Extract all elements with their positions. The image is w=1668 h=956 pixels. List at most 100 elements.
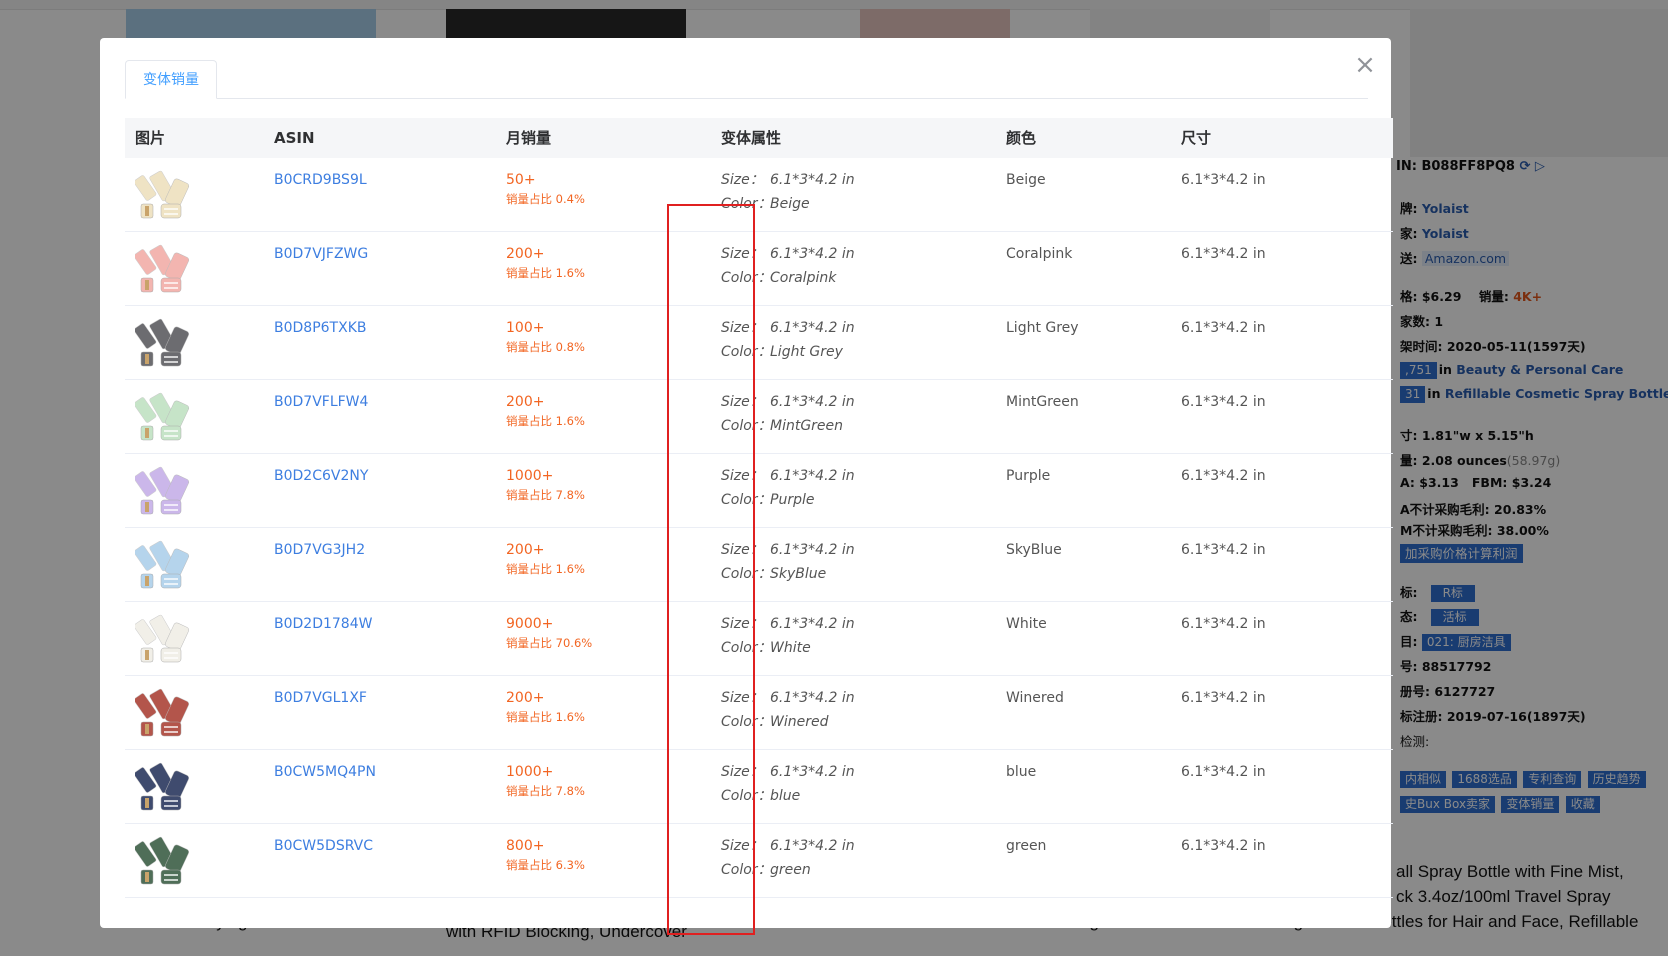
asin-link[interactable]: B0D7VG3JH2 bbox=[274, 542, 365, 558]
sales-share: 销量占比 7.8% bbox=[506, 487, 585, 503]
sales-share: 销量占比 6.3% bbox=[506, 857, 585, 873]
size-attr-value: 6.1*3*4.2 in bbox=[770, 394, 855, 410]
sales-share: 销量占比 7.8% bbox=[506, 783, 585, 799]
color-attr-value: White bbox=[770, 640, 811, 656]
size-attr-value: 6.1*3*4.2 in bbox=[770, 172, 855, 188]
size-attr-value: 6.1*3*4.2 in bbox=[770, 468, 855, 484]
color-cell: White bbox=[1006, 616, 1047, 632]
color-attr-value: Coralpink bbox=[770, 270, 837, 286]
size-attr-value: 6.1*3*4.2 in bbox=[770, 320, 855, 336]
size-attr: Size： 6.1*3*4.2 in bbox=[721, 168, 855, 192]
sales-share-value: 7.8% bbox=[555, 784, 585, 798]
size-attr-value: 6.1*3*4.2 in bbox=[770, 764, 855, 780]
column-header-variant-attrs: 变体属性 bbox=[721, 129, 782, 147]
tab-variant-sales[interactable]: 变体销量 bbox=[125, 60, 217, 99]
sales-share: 销量占比 1.6% bbox=[506, 265, 585, 281]
color-attr-value: SkyBlue bbox=[770, 566, 827, 582]
variant-thumbnail[interactable] bbox=[135, 684, 191, 740]
monthly-sales-cell: 200+ 销量占比 1.6% bbox=[506, 246, 585, 281]
sales-share-value: 70.6% bbox=[555, 636, 593, 650]
color-cell: Beige bbox=[1006, 172, 1046, 188]
monthly-sales-value: 9000+ bbox=[506, 616, 554, 632]
sales-share-value: 7.8% bbox=[555, 488, 585, 502]
sales-share-label: 销量占比 bbox=[506, 340, 552, 354]
color-attr-value: Winered bbox=[770, 714, 829, 730]
tab-bar: 变体销量 bbox=[125, 60, 1368, 99]
table-row: B0CW5DSRVC 800+ 销量占比 6.3% Size： 6.1*3*4.2… bbox=[125, 824, 1393, 898]
size-cell: 6.1*3*4.2 in bbox=[1181, 468, 1266, 484]
size-attr-key: Size： bbox=[721, 172, 764, 188]
asin-link[interactable]: B0D2C6V2NY bbox=[274, 468, 368, 484]
size-attr-value: 6.1*3*4.2 in bbox=[770, 838, 855, 854]
variant-thumbnail[interactable] bbox=[135, 388, 191, 444]
size-cell: 6.1*3*4.2 in bbox=[1181, 616, 1266, 632]
color-cell: Purple bbox=[1006, 468, 1051, 484]
asin-link[interactable]: B0D2D1784W bbox=[274, 616, 372, 632]
sales-share: 销量占比 1.6% bbox=[506, 413, 585, 429]
sales-share: 销量占比 1.6% bbox=[506, 709, 585, 725]
column-header-color: 颜色 bbox=[1006, 129, 1037, 147]
asin-link[interactable]: B0D7VGL1XF bbox=[274, 690, 367, 706]
monthly-sales-cell: 50+ 销量占比 0.4% bbox=[506, 172, 585, 207]
variant-thumbnail[interactable] bbox=[135, 536, 191, 592]
sales-share-label: 销量占比 bbox=[506, 784, 552, 798]
variant-thumbnail[interactable] bbox=[135, 610, 191, 666]
table-row: B0CW5MQ4PN 1000+ 销量占比 7.8% Size： 6.1*3*4.… bbox=[125, 750, 1393, 824]
monthly-sales-cell: 800+ 销量占比 6.3% bbox=[506, 838, 585, 873]
monthly-sales-cell: 1000+ 销量占比 7.8% bbox=[506, 468, 585, 503]
sales-share: 销量占比 0.8% bbox=[506, 339, 585, 355]
size-attr-value: 6.1*3*4.2 in bbox=[770, 690, 855, 706]
size-cell: 6.1*3*4.2 in bbox=[1181, 246, 1266, 262]
variant-thumbnail[interactable] bbox=[135, 166, 191, 222]
variant-thumbnail[interactable] bbox=[135, 240, 191, 296]
asin-link[interactable]: B0D8P6TXKB bbox=[274, 320, 366, 336]
variant-thumbnail[interactable] bbox=[135, 314, 191, 370]
color-attr-value: Light Grey bbox=[770, 344, 843, 360]
asin-link[interactable]: B0CW5MQ4PN bbox=[274, 764, 376, 780]
highlight-box bbox=[667, 204, 755, 935]
color-cell: blue bbox=[1006, 764, 1037, 780]
monthly-sales-value: 200+ bbox=[506, 394, 545, 410]
sales-share-value: 0.8% bbox=[555, 340, 585, 354]
asin-link[interactable]: B0D7VJFZWG bbox=[274, 246, 368, 262]
asin-link[interactable]: B0CRD9BS9L bbox=[274, 172, 367, 188]
size-attr-value: 6.1*3*4.2 in bbox=[770, 542, 855, 558]
size-attr-value: 6.1*3*4.2 in bbox=[770, 616, 855, 632]
column-header-asin: ASIN bbox=[274, 129, 315, 147]
monthly-sales-value: 1000+ bbox=[506, 764, 554, 780]
monthly-sales-cell: 100+ 销量占比 0.8% bbox=[506, 320, 585, 355]
monthly-sales-cell: 1000+ 销量占比 7.8% bbox=[506, 764, 585, 799]
column-header-monthly-sales: 月销量 bbox=[506, 129, 552, 147]
sales-share: 销量占比 1.6% bbox=[506, 561, 585, 577]
color-cell: MintGreen bbox=[1006, 394, 1079, 410]
sales-share: 销量占比 70.6% bbox=[506, 635, 592, 651]
size-cell: 6.1*3*4.2 in bbox=[1181, 838, 1266, 854]
variant-thumbnail[interactable] bbox=[135, 832, 191, 888]
variant-thumbnail[interactable] bbox=[135, 758, 191, 814]
sales-share-label: 销量占比 bbox=[506, 414, 552, 428]
color-cell: Coralpink bbox=[1006, 246, 1073, 262]
table-row: B0D7VGL1XF 200+ 销量占比 1.6% Size： 6.1*3*4.2… bbox=[125, 676, 1393, 750]
color-cell: Light Grey bbox=[1006, 320, 1079, 336]
sales-share: 销量占比 0.4% bbox=[506, 191, 585, 207]
monthly-sales-value: 200+ bbox=[506, 542, 545, 558]
table-header: 图片 ASIN 月销量 变体属性 颜色 尺寸 bbox=[125, 118, 1393, 158]
sales-share-value: 0.4% bbox=[555, 192, 585, 206]
table-row: B0D2C6V2NY 1000+ 销量占比 7.8% Size： 6.1*3*4.… bbox=[125, 454, 1393, 528]
sales-share-value: 6.3% bbox=[555, 858, 585, 872]
size-cell: 6.1*3*4.2 in bbox=[1181, 394, 1266, 410]
sales-share-value: 1.6% bbox=[555, 414, 585, 428]
sales-share-label: 销量占比 bbox=[506, 488, 552, 502]
sales-share-value: 1.6% bbox=[555, 562, 585, 576]
sales-share-label: 销量占比 bbox=[506, 710, 552, 724]
asin-link[interactable]: B0D7VFLFW4 bbox=[274, 394, 368, 410]
size-cell: 6.1*3*4.2 in bbox=[1181, 172, 1266, 188]
asin-link[interactable]: B0CW5DSRVC bbox=[274, 838, 373, 854]
monthly-sales-value: 100+ bbox=[506, 320, 545, 336]
monthly-sales-cell: 200+ 销量占比 1.6% bbox=[506, 394, 585, 429]
table-row: B0D8P6TXKB 100+ 销量占比 0.8% Size： 6.1*3*4.2… bbox=[125, 306, 1393, 380]
variant-thumbnail[interactable] bbox=[135, 462, 191, 518]
table-row: B0D7VJFZWG 200+ 销量占比 1.6% Size： 6.1*3*4.2… bbox=[125, 232, 1393, 306]
color-cell: green bbox=[1006, 838, 1047, 854]
color-cell: Winered bbox=[1006, 690, 1064, 706]
